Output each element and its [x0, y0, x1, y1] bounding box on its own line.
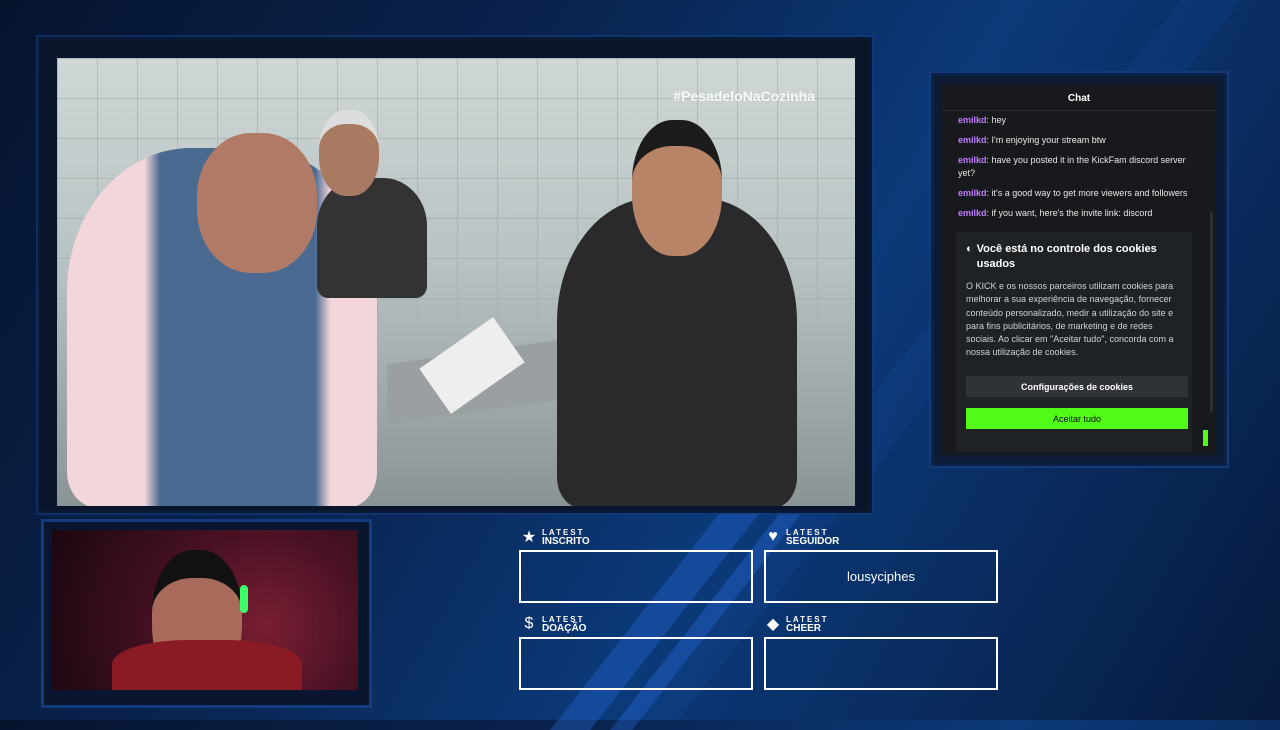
- cookie-title: Você está no controle dos cookies usados: [976, 243, 1157, 270]
- widget-title: DOAÇÃO: [542, 623, 587, 634]
- chat-text: I'm enjoying your stream btw: [991, 135, 1106, 145]
- cookie-header: ◐ Você está no controle dos cookies usad…: [956, 232, 1192, 272]
- chat-message: emilkd: I'm enjoying your stream btw: [958, 135, 1106, 145]
- widget-title: CHEER: [786, 623, 822, 634]
- chat-message: emilkd: if you want, here's the invite l…: [958, 208, 1153, 218]
- chat-inner: Chat emilkd: hey emilkd: I'm enjoying yo…: [942, 84, 1216, 455]
- chat-message: emilkd: hey: [958, 115, 1007, 125]
- cookie-icon: ◐: [966, 243, 973, 255]
- latest-cheer-box: [764, 637, 998, 690]
- latest-cheer-label: ◆ LATEST CHEER: [764, 615, 829, 634]
- latest-seguidor-label: ♥ LATEST SEGUIDOR: [764, 528, 840, 547]
- video-player[interactable]: #PesadeloNaCozinha: [38, 37, 872, 513]
- chat-message: emilkd: it's a good way to get more view…: [958, 188, 1188, 198]
- chat-text: hey: [991, 115, 1007, 125]
- chat-username[interactable]: emilkd: [958, 208, 987, 218]
- chat-message: emilkd: have you posted it in the KickFa…: [958, 155, 1186, 178]
- chat-text: if you want, here's the invite link: dis…: [991, 208, 1153, 218]
- chat-text: have you posted it in the KickFam discor…: [958, 155, 1186, 178]
- assistant-person: [317, 178, 427, 298]
- cook-head: [632, 120, 722, 256]
- webcam-frame: [52, 530, 358, 690]
- chat-text: it's a good way to get more viewers and …: [991, 188, 1188, 198]
- chat-send-indicator: [1203, 430, 1208, 446]
- latest-inscrito-label: ★ LATEST INSCRITO: [520, 528, 590, 547]
- chat-username[interactable]: emilkd: [958, 135, 987, 145]
- video-frame: #PesadeloNaCozinha: [57, 58, 855, 506]
- cookie-settings-button[interactable]: Configurações de cookies: [966, 376, 1188, 397]
- chat-username[interactable]: emilkd: [958, 115, 987, 125]
- webcam-overlay: [41, 519, 372, 708]
- widget-title: SEGUIDOR: [786, 536, 840, 547]
- chef-head: [197, 133, 317, 273]
- latest-seguidor-box: lousyciphes: [764, 550, 998, 603]
- chat-messages: emilkd: hey emilkd: I'm enjoying your st…: [942, 111, 1216, 224]
- streamer-body: [112, 640, 302, 690]
- star-icon: ★: [521, 529, 537, 546]
- assistant-head: [319, 110, 379, 196]
- diamond-icon: ◆: [766, 616, 780, 633]
- accept-all-button[interactable]: Aceitar tudo: [966, 408, 1188, 429]
- widget-title: INSCRITO: [542, 536, 590, 547]
- cookie-banner: ◐ Você está no controle dos cookies usad…: [956, 232, 1192, 452]
- show-hashtag: #PesadeloNaCozinha: [673, 88, 815, 104]
- headset-light: [240, 585, 248, 613]
- dollar-icon: $: [524, 615, 534, 632]
- chat-scrollbar[interactable]: [1210, 212, 1213, 412]
- chat-username[interactable]: emilkd: [958, 155, 987, 165]
- heart-icon: ♥: [768, 528, 778, 545]
- latest-inscrito-box: [519, 550, 753, 603]
- latest-doacao-label: $ LATEST DOAÇÃO: [520, 615, 587, 634]
- chat-panel: Chat emilkd: hey emilkd: I'm enjoying yo…: [931, 73, 1227, 466]
- chat-title: Chat: [942, 84, 1216, 111]
- chat-username[interactable]: emilkd: [958, 188, 987, 198]
- cookie-description: O KICK e os nossos parceiros utilizam co…: [966, 281, 1174, 358]
- latest-doacao-box: [519, 637, 753, 690]
